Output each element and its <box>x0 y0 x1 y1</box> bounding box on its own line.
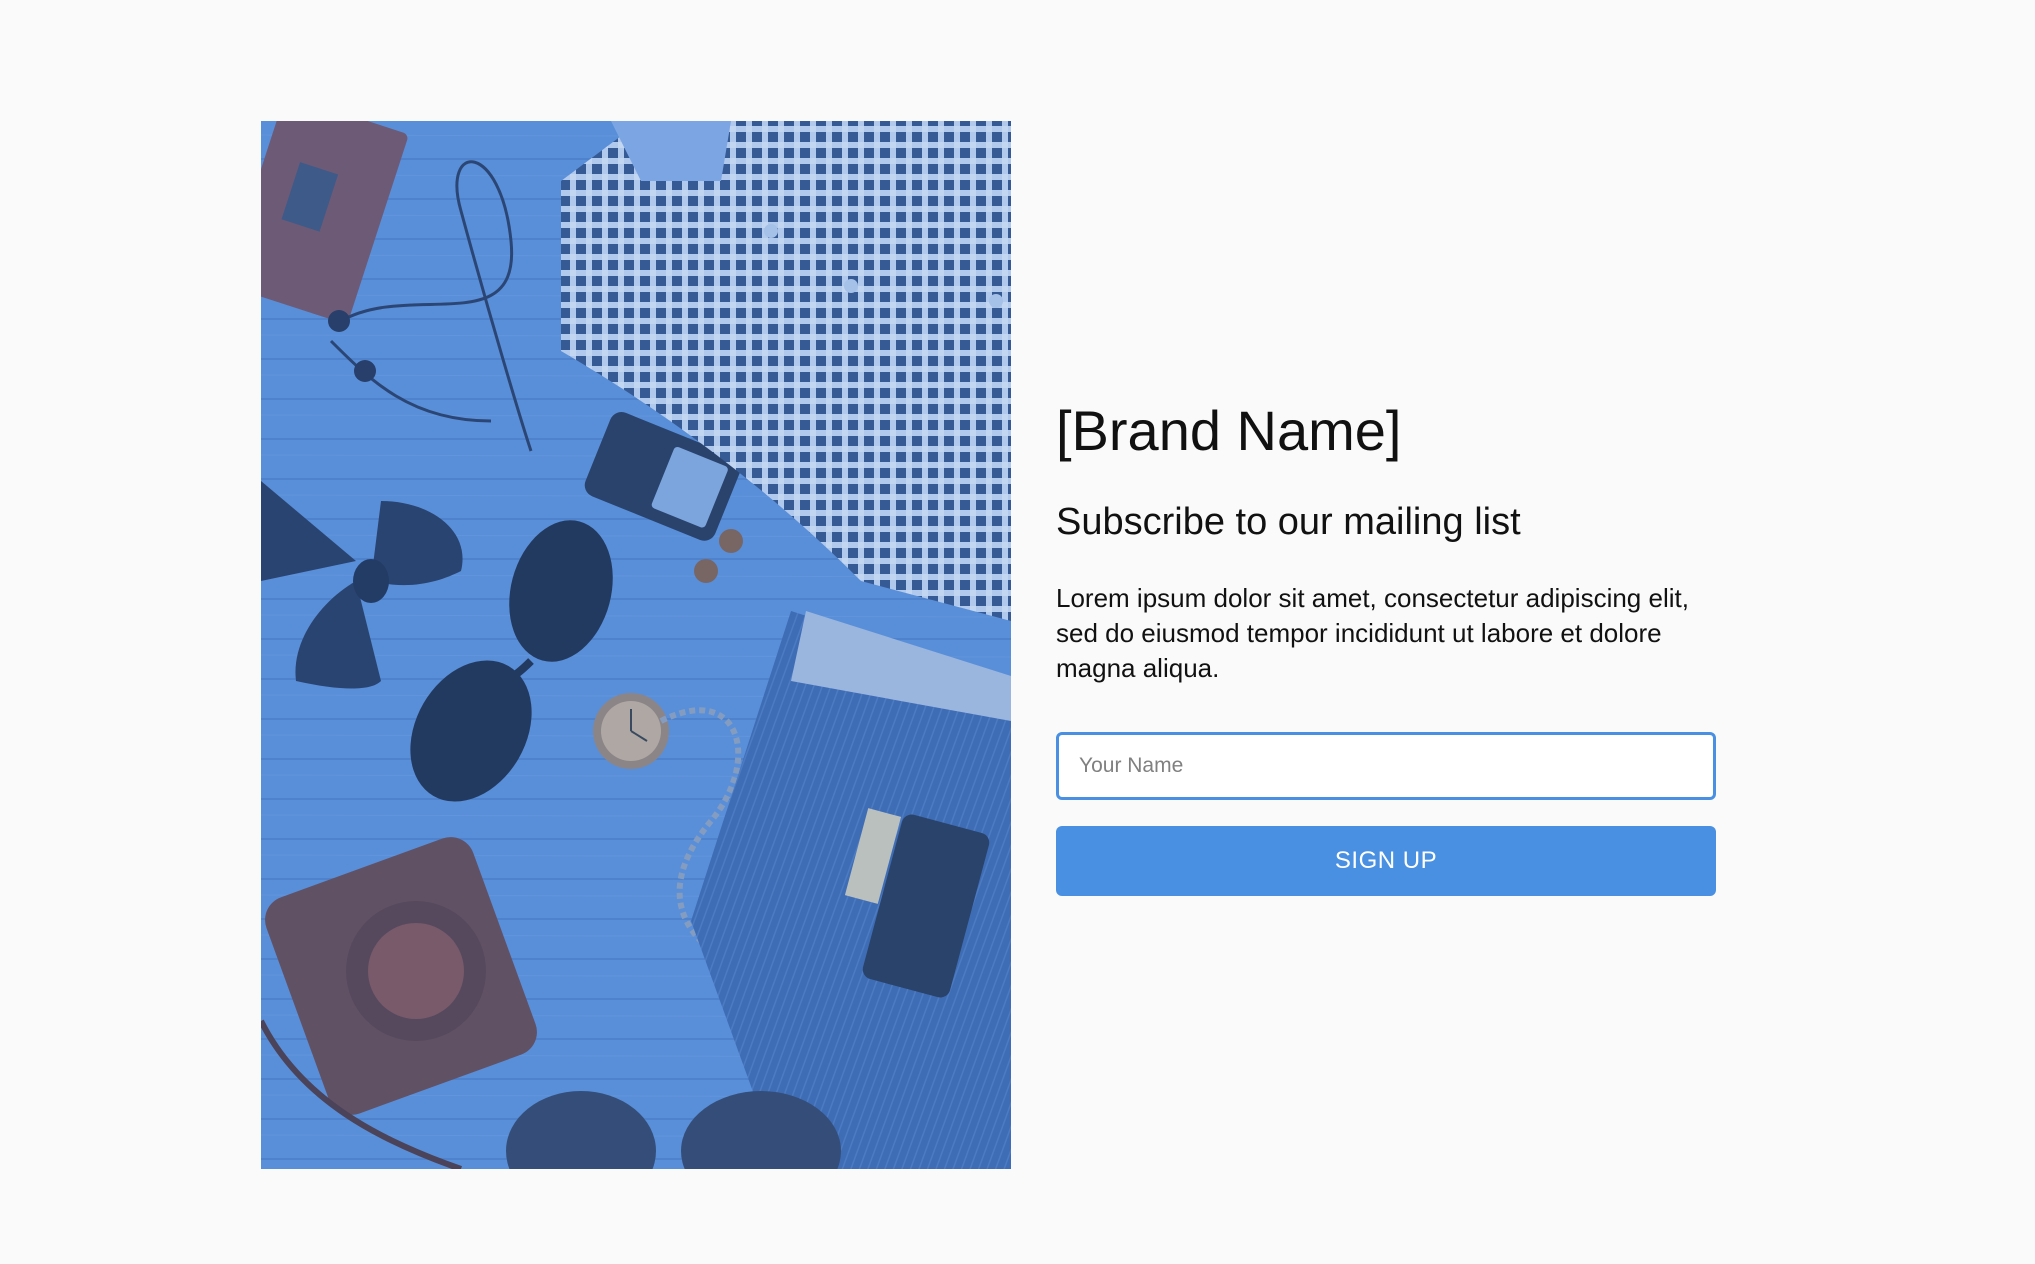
hero-image <box>261 121 1011 1169</box>
name-input[interactable] <box>1056 732 1716 801</box>
subscribe-description: Lorem ipsum dolor sit amet, consectetur … <box>1056 583 1689 684</box>
subscribe-title: Subscribe to our mailing list <box>1056 500 1521 543</box>
brand-name: [Brand Name] <box>1056 399 1402 462</box>
signup-button[interactable]: SIGN UP <box>1056 826 1716 897</box>
signup-panel: [Brand Name] Subscribe to our mailing li… <box>1056 399 1716 897</box>
